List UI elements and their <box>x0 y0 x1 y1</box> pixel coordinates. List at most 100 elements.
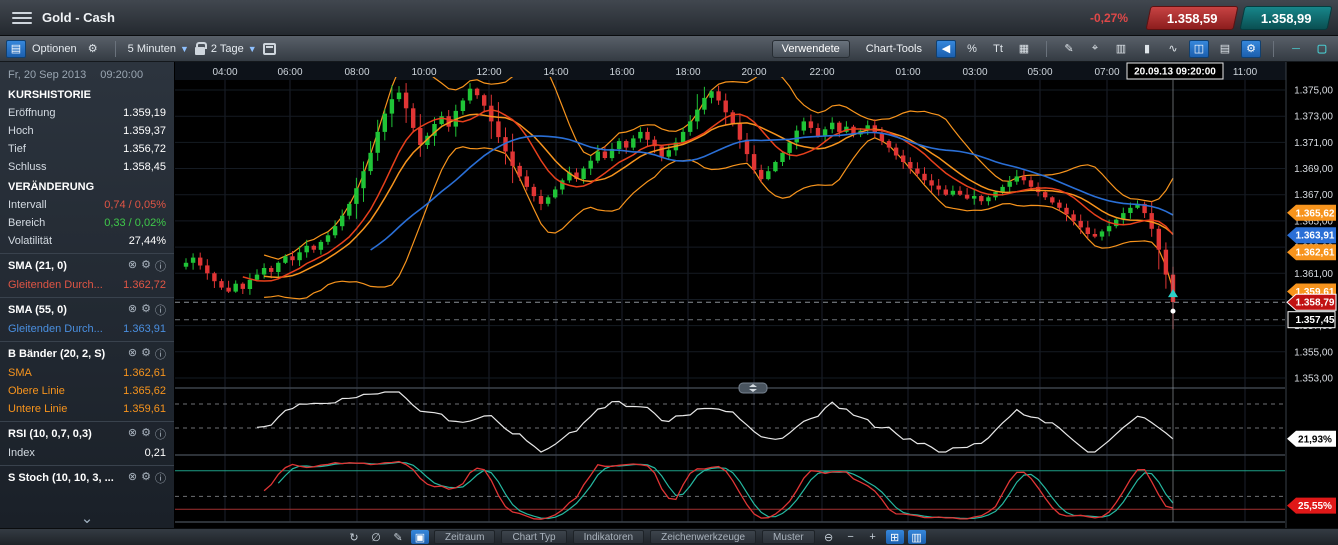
row-rsi-index: Index 0,21 <box>0 444 174 462</box>
draw-icon[interactable]: ✎ <box>1059 40 1079 58</box>
indikatoren-button[interactable]: Indikatoren <box>573 530 644 544</box>
indicator-info-icon[interactable]: ⓘ <box>155 426 166 442</box>
muster-button[interactable]: Muster <box>762 530 815 544</box>
svg-text:1.358,79: 1.358,79 <box>1296 298 1335 309</box>
indicator-settings-icon[interactable]: ⚙ <box>141 258 151 274</box>
chart-type-icon[interactable]: ▮ <box>1137 40 1157 58</box>
bottom-toolbar: ↻ ∅ ✎ ▣ Zeitraum Chart Typ Indikatoren Z… <box>0 528 1338 545</box>
indicator-rsi-header: RSI (10, 0,7, 0,3) ⊗ ⚙ ⓘ <box>0 421 174 444</box>
pencil-icon[interactable]: ✎ <box>389 530 407 544</box>
minus-icon[interactable]: − <box>842 530 860 544</box>
chart-toolbar: ▤ Optionen ⚙ 5 Minuten ▼ 2 Tage ▼ Verwen… <box>0 36 1338 62</box>
indicator-settings-icon[interactable]: ⚙ <box>141 426 151 442</box>
highlight-icon[interactable]: ▣ <box>411 530 429 544</box>
indicator-info-icon[interactable]: ⓘ <box>155 302 166 318</box>
svg-text:10:00: 10:00 <box>411 67 436 78</box>
zeichenwerkzeuge-button[interactable]: Zeichenwerkzeuge <box>650 530 756 544</box>
layout-panels-icon[interactable]: ▥ <box>1111 40 1131 58</box>
indicator-wave-icon[interactable]: ∿ <box>1163 40 1183 58</box>
svg-text:1.363,91: 1.363,91 <box>1296 231 1335 242</box>
indicator-info-icon[interactable]: ⓘ <box>155 470 166 486</box>
row-eroeffnung: Eröffnung 1.359,19 <box>0 104 174 122</box>
buy-price-button[interactable]: 1.358,99 <box>1239 6 1332 30</box>
indicator-settings-icon[interactable]: ⚙ <box>141 302 151 318</box>
back-arrow-icon[interactable]: ◀ <box>936 40 956 58</box>
options-label[interactable]: Optionen <box>32 43 77 55</box>
svg-text:06:00: 06:00 <box>277 67 302 78</box>
svg-text:04:00: 04:00 <box>212 67 237 78</box>
svg-text:11:00: 11:00 <box>1233 67 1258 78</box>
chevron-down-icon: ▼ <box>180 44 189 54</box>
row-hoch: Hoch 1.359,37 <box>0 122 174 140</box>
svg-text:1.369,00: 1.369,00 <box>1294 164 1333 175</box>
remove-indicator-icon[interactable]: ⊗ <box>128 426 137 442</box>
sell-price-value: 1.358,59 <box>1167 10 1218 25</box>
svg-text:12:00: 12:00 <box>476 67 501 78</box>
row-tief: Tief 1.356,72 <box>0 140 174 158</box>
remove-indicator-icon[interactable]: ⊗ <box>128 346 137 362</box>
info-sidebar: Fr, 20 Sep 2013 09:20:00 KURSHISTORIE Er… <box>0 62 175 528</box>
svg-text:20.09.13 09:20:00: 20.09.13 09:20:00 <box>1134 67 1216 78</box>
indicator-settings-icon[interactable]: ⚙ <box>141 346 151 362</box>
chart-tools-label: Chart-Tools <box>866 43 922 55</box>
interval-value: 5 Minuten <box>128 43 176 55</box>
interval-dropdown[interactable]: 5 Minuten ▼ <box>128 43 189 55</box>
maximize-icon[interactable]: ▢ <box>1312 40 1332 58</box>
svg-text:21,93%: 21,93% <box>1298 434 1332 445</box>
kurshistorie-header: KURSHISTORIE <box>0 84 174 104</box>
svg-text:22:00: 22:00 <box>809 67 834 78</box>
compare-icon[interactable]: ◫ <box>1189 40 1209 58</box>
scale-icon[interactable]: ▥ <box>908 530 926 544</box>
zoom-out-icon[interactable]: ⊖ <box>820 530 838 544</box>
svg-text:20:00: 20:00 <box>741 67 766 78</box>
svg-text:14:00: 14:00 <box>543 67 568 78</box>
svg-text:1.371,00: 1.371,00 <box>1294 138 1333 149</box>
indicator-sma21-header: SMA (21, 0) ⊗ ⚙ ⓘ <box>0 253 174 276</box>
svg-text:1.365,62: 1.365,62 <box>1296 208 1335 219</box>
chart-panel-icon[interactable]: ▤ <box>6 40 26 58</box>
indicator-info-icon[interactable]: ⓘ <box>155 346 166 362</box>
price-chart[interactable]: 04:0006:0008:0010:0012:0014:0016:0018:00… <box>175 62 1338 528</box>
menu-icon[interactable] <box>12 12 32 24</box>
svg-text:1.373,00: 1.373,00 <box>1294 112 1333 123</box>
chart-area: 04:0006:0008:0010:0012:0014:0016:0018:00… <box>175 62 1338 528</box>
options-gear-icon[interactable]: ⚙ <box>83 40 103 58</box>
used-tools-button[interactable]: Verwendete <box>772 40 850 58</box>
row-bereich: Bereich 0,33 / 0,02% <box>0 214 174 232</box>
disable-drawing-icon[interactable]: ∅ <box>367 530 385 544</box>
chart-typ-button[interactable]: Chart Typ <box>501 530 566 544</box>
indicator-settings-icon[interactable]: ⚙ <box>141 470 151 486</box>
chevron-down-icon: ▼ <box>248 44 257 54</box>
row-sma55-value: Gleitenden Durch... 1.363,91 <box>0 320 174 338</box>
zoom-fit-icon[interactable]: ⊞ <box>886 530 904 544</box>
refresh-icon[interactable]: ↻ <box>345 530 363 544</box>
indicator-info-icon[interactable]: ⓘ <box>155 258 166 274</box>
sell-price-button[interactable]: 1.358,59 <box>1145 6 1238 30</box>
text-size-icon[interactable]: Tt <box>988 40 1008 58</box>
percent-scale-icon[interactable]: % <box>962 40 982 58</box>
buy-price-value: 1.358,99 <box>1261 10 1312 25</box>
indicator-sma55-header: SMA (55, 0) ⊗ ⚙ ⓘ <box>0 297 174 320</box>
trading-app: Gold - Cash -0,27% 1.358,59 1.358,99 ▤ O… <box>0 0 1338 545</box>
current-time: 09:20:00 <box>100 69 143 81</box>
svg-text:16:00: 16:00 <box>609 67 634 78</box>
svg-text:08:00: 08:00 <box>344 67 369 78</box>
remove-indicator-icon[interactable]: ⊗ <box>128 302 137 318</box>
grid-icon[interactable]: ▦ <box>1014 40 1034 58</box>
range-dropdown[interactable]: 2 Tage ▼ <box>211 43 257 55</box>
zeitraum-button[interactable]: Zeitraum <box>434 530 495 544</box>
minimize-icon[interactable]: ─ <box>1286 40 1306 58</box>
sidebar-collapse-chevron[interactable]: ⌄ <box>0 514 174 528</box>
plus-icon[interactable]: + <box>864 530 882 544</box>
lock-icon[interactable] <box>195 47 205 55</box>
row-sma21-value: Gleitenden Durch... 1.362,72 <box>0 276 174 294</box>
calendar-icon[interactable] <box>263 43 276 55</box>
remove-indicator-icon[interactable]: ⊗ <box>128 470 137 486</box>
remove-indicator-icon[interactable]: ⊗ <box>128 258 137 274</box>
change-percent: -0,27% <box>1090 11 1128 25</box>
chart-settings-icon[interactable]: ⚙ <box>1241 40 1261 58</box>
svg-text:1.362,61: 1.362,61 <box>1296 248 1335 259</box>
print-icon[interactable]: ▤ <box>1215 40 1235 58</box>
crosshair-icon[interactable]: ⌖ <box>1085 40 1105 58</box>
svg-text:1.353,00: 1.353,00 <box>1294 374 1333 385</box>
